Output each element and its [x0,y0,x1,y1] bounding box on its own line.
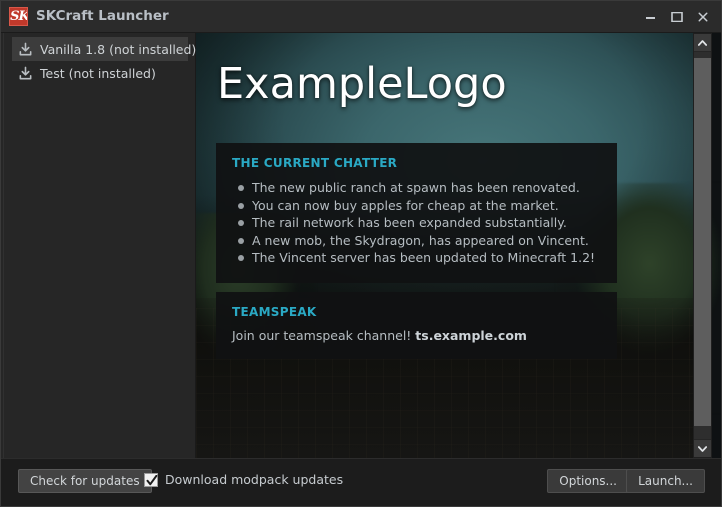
scrollbar-up-button[interactable] [694,34,711,52]
teamspeak-domain[interactable]: ts.example.com [415,328,527,343]
news-list: The new public ranch at spawn has been r… [232,179,601,267]
launcher-window: SK SKCraft Launcher Vanilla 1.8 (not ins… [0,0,722,507]
chevron-down-icon [698,446,707,452]
news-panel-chatter: THE CURRENT CHATTER The new public ranch… [216,143,617,283]
bottom-toolbar: Check for updates Download modpack updat… [0,458,722,507]
download-icon [19,66,32,79]
app-icon-glyph: SK [10,9,28,24]
news-item-text: A new mob, the Skydragon, has appeared o… [252,232,589,248]
check-for-updates-button[interactable]: Check for updates [18,469,152,493]
checkbox-box[interactable] [144,472,158,487]
instance-label: Vanilla 1.8 (not installed) [40,41,197,57]
maximize-button[interactable] [664,0,690,33]
bullet-icon [238,220,244,226]
news-item-text: The new public ranch at spawn has been r… [252,180,580,195]
close-icon [698,12,708,22]
pack-logo: ExampleLogo [217,59,507,109]
scrollbar-down-button[interactable] [694,439,711,457]
bullet-icon [238,237,244,244]
teamspeak-line: Join our teamspeak channel! ts.example.c… [232,328,601,343]
panel-heading: TEAMSPEAK [232,305,317,319]
scrollbar-thumb[interactable] [694,58,711,426]
skcraft-logo-icon: SK [9,7,28,26]
download-icon [19,42,32,55]
panel-heading: THE CURRENT CHATTER [232,156,398,170]
content-area: Vanilla 1.8 (not installed) Test (not in… [0,33,722,458]
bullet-icon [238,185,244,191]
news-item: A new mob, the Skydragon, has appeared o… [232,232,601,250]
checkbox-label: Download modpack updates [165,472,344,487]
news-panel-teamspeak: TEAMSPEAK Join our teamspeak channel! ts… [216,292,617,359]
bullet-icon [238,255,244,261]
sidebar: Vanilla 1.8 (not installed) Test (not in… [0,33,196,458]
instance-label: Test (not installed) [40,65,156,81]
instance-list: Vanilla 1.8 (not installed) Test (not in… [12,37,196,85]
bullet-icon [238,202,244,209]
news-item-text: The rail network has been expanded subst… [252,215,567,230]
news-item: The new public ranch at spawn has been r… [232,179,601,197]
teamspeak-text: Join our teamspeak channel! [232,328,416,343]
checkmark-icon [146,474,158,485]
close-button[interactable] [690,0,716,33]
news-area: ExampleLogo THE CURRENT CHATTER The new … [196,33,722,458]
minimize-icon [646,17,655,19]
news-item: The rail network has been expanded subst… [232,214,601,232]
download-modpack-updates-checkbox[interactable]: Download modpack updates [144,472,343,487]
news-item-text: You can now buy apples for cheap at the … [252,197,559,213]
launch-button[interactable]: Launch... [626,469,705,493]
news-scrollbar[interactable] [693,33,712,458]
title-bar: SK SKCraft Launcher [0,0,722,33]
options-button[interactable]: Options... [547,469,629,493]
news-item: The Vincent server has been updated to M… [232,249,601,267]
news-item-text: The Vincent server has been updated to M… [252,250,596,265]
maximize-icon [671,12,683,22]
news-item: You can now buy apples for cheap at the … [232,197,601,215]
chevron-up-icon [698,40,707,46]
minimize-button[interactable] [638,0,664,33]
sidebar-item-test[interactable]: Test (not installed) [12,61,188,85]
sidebar-item-vanilla[interactable]: Vanilla 1.8 (not installed) [12,37,196,61]
window-title: SKCraft Launcher [36,8,169,24]
sidebar-divider [3,33,4,458]
